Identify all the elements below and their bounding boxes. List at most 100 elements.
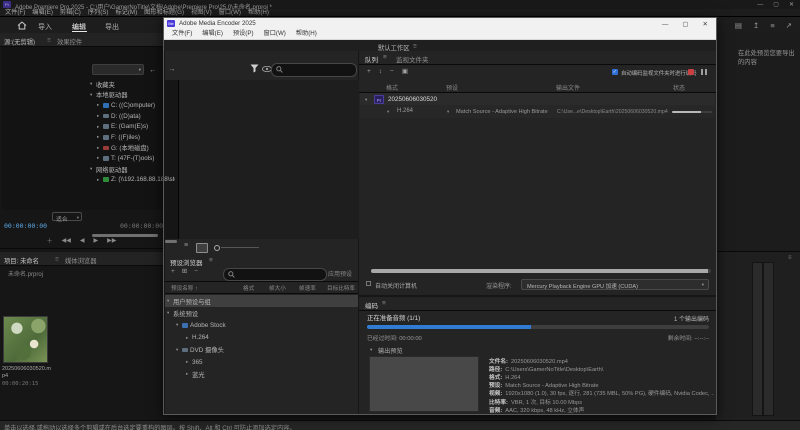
window-button-icon[interactable]: — bbox=[757, 2, 763, 8]
preset-toolbar-icon[interactable]: − bbox=[194, 268, 198, 275]
tab-effect-controls[interactable]: 效果控件 bbox=[57, 37, 82, 46]
preset-row[interactable]: ▸ 365 bbox=[165, 356, 358, 368]
column-preset[interactable]: 预设 bbox=[446, 83, 458, 92]
transport-button-icon[interactable]: ◀◀ bbox=[62, 237, 71, 244]
preset-dropdown-icon[interactable]: ▾ bbox=[447, 109, 449, 115]
tree-hscrollbar[interactable] bbox=[92, 234, 158, 237]
queue-toolbar-icon[interactable]: ↕ bbox=[379, 68, 382, 75]
output-format[interactable]: H.264 bbox=[397, 108, 413, 114]
filter-icon[interactable] bbox=[250, 64, 259, 73]
queue-toolbar-icon[interactable]: ▣ bbox=[402, 67, 408, 75]
media-search-input[interactable] bbox=[271, 63, 357, 77]
preset-row[interactable]: ▸ H.264 bbox=[165, 332, 358, 344]
transport-button-icon[interactable]: ＋ bbox=[47, 236, 53, 245]
menu-item[interactable]: 序列(S) bbox=[88, 9, 109, 17]
tab-preset-browser[interactable]: 预设浏览器 bbox=[170, 257, 203, 267]
menu-item[interactable]: 图形和标题(G) bbox=[144, 9, 184, 17]
preset-row[interactable]: ▾ DVD 摄像头 bbox=[165, 344, 358, 356]
column-preset-name[interactable]: 预设名称 ↑ bbox=[171, 284, 198, 292]
output-preview-label[interactable]: 输出预览 bbox=[378, 346, 403, 355]
menu-item[interactable]: 帮助(H) bbox=[296, 29, 317, 39]
shutdown-checkbox[interactable] bbox=[366, 281, 371, 286]
output-preview-caret-icon[interactable]: ▾ bbox=[370, 347, 372, 353]
window-button-icon[interactable]: ✕ bbox=[703, 20, 708, 28]
thumbnail-view-icon[interactable] bbox=[196, 243, 208, 253]
queue-job-row[interactable]: ▾ Pr 20250606030520 bbox=[360, 93, 715, 105]
me-media-browser-content[interactable] bbox=[178, 80, 359, 239]
preset-row[interactable]: ▾ Adobe Stock bbox=[165, 319, 358, 331]
nav-forward-icon[interactable]: → bbox=[168, 64, 176, 73]
queue-toolbar-icon[interactable]: + bbox=[367, 68, 371, 75]
queue-output-row[interactable]: ▾ H.264 ▾ Match Source - Adaptive High B… bbox=[360, 105, 715, 118]
menu-item[interactable]: 帮助(H) bbox=[248, 9, 269, 17]
preset-toolbar-icon[interactable]: + bbox=[171, 268, 175, 275]
header-tool-icon[interactable]: ↥ bbox=[753, 21, 759, 30]
column-frame-size[interactable]: 帧大小 bbox=[269, 284, 286, 292]
column-frame-rate[interactable]: 帧速率 bbox=[299, 284, 316, 292]
menu-item[interactable]: 编辑(E) bbox=[202, 29, 223, 39]
transport-button-icon[interactable]: ◀ bbox=[80, 237, 85, 244]
format-dropdown-icon[interactable]: ▾ bbox=[387, 109, 389, 115]
header-tool-icon[interactable]: ≡ bbox=[770, 21, 774, 30]
location-dropdown[interactable]: ▾ bbox=[92, 64, 144, 75]
column-target-bitrate[interactable]: 目标比特率 bbox=[327, 284, 355, 292]
clip-thumbnail[interactable] bbox=[3, 316, 48, 363]
workspace-menu-icon[interactable]: ≡ bbox=[413, 43, 417, 50]
panel-menu-icon[interactable]: ≡ bbox=[383, 54, 387, 61]
panel-menu-icon[interactable]: ≡ bbox=[55, 256, 59, 263]
window-button-icon[interactable]: ✕ bbox=[789, 1, 794, 8]
preset-row[interactable]: ▸ 蓝光 bbox=[165, 368, 358, 380]
menu-item[interactable]: 标记(M) bbox=[116, 9, 138, 17]
transport-button-icon[interactable]: ▶▶ bbox=[107, 237, 116, 244]
output-preset[interactable]: Match Source - Adaptive High Bitrate bbox=[456, 109, 548, 115]
menu-item[interactable]: 预设(P) bbox=[233, 29, 254, 39]
column-output-file[interactable]: 输出文件 bbox=[556, 83, 580, 92]
menu-item[interactable]: 视图(V) bbox=[191, 9, 212, 17]
menu-item[interactable]: 剪辑(C) bbox=[60, 9, 81, 17]
queue-toolbar-icon[interactable]: − bbox=[390, 68, 394, 75]
menu-item[interactable]: 窗口(W) bbox=[264, 29, 286, 39]
home-icon[interactable] bbox=[17, 21, 27, 30]
menu-item[interactable]: 文件(F) bbox=[172, 29, 192, 39]
panel-menu-icon[interactable]: ≡ bbox=[382, 300, 386, 307]
clip-name[interactable]: 20250606030520.mp4 bbox=[2, 366, 52, 379]
pause-queue-button[interactable] bbox=[701, 69, 707, 75]
column-format[interactable]: 格式 bbox=[386, 83, 398, 92]
preset-row[interactable]: ▾ 系统预设 bbox=[165, 307, 358, 319]
tab-source-monitor[interactable]: 源:(无剪辑) bbox=[4, 37, 35, 46]
tab-import[interactable]: 导入 bbox=[38, 22, 52, 32]
tree-hscrollbar[interactable] bbox=[165, 240, 177, 243]
tab-project[interactable]: 项目: 未命名 bbox=[4, 256, 39, 265]
header-tool-icon[interactable]: ↗ bbox=[786, 21, 792, 30]
zoom-slider-knob[interactable] bbox=[214, 245, 220, 251]
row-expand-icon[interactable]: ▾ bbox=[365, 97, 367, 103]
nav-back-icon[interactable]: ← bbox=[149, 65, 157, 74]
preset-search-input[interactable] bbox=[223, 268, 327, 281]
renderer-dropdown[interactable]: Mercury Playback Engine GPU 加速 (CUDA) ▾ bbox=[521, 279, 709, 290]
menu-item[interactable]: 编辑(E) bbox=[32, 9, 53, 17]
tab-export[interactable]: 导出 bbox=[105, 22, 119, 32]
menu-item[interactable]: 窗口(W) bbox=[219, 9, 241, 17]
preset-toolbar-icon[interactable]: ⊞ bbox=[182, 267, 187, 275]
panel-menu-icon[interactable]: ≡ bbox=[788, 255, 792, 261]
menu-item[interactable]: 文件(F) bbox=[5, 9, 25, 17]
auto-encode-checkbox[interactable]: ✓ bbox=[612, 69, 618, 75]
column-format[interactable]: 格式 bbox=[243, 284, 254, 292]
tab-media-browser[interactable]: 媒体浏览器 bbox=[65, 256, 96, 265]
list-view-icon[interactable]: ≡ bbox=[184, 242, 188, 249]
window-button-icon[interactable]: ▢ bbox=[682, 20, 688, 28]
window-button-icon[interactable]: ▢ bbox=[773, 1, 779, 8]
panel-menu-icon[interactable]: ≡ bbox=[209, 257, 213, 264]
preset-row[interactable]: ▾ 用户预设与组 bbox=[165, 295, 358, 307]
tab-watch-folders[interactable]: 监视文件夹 bbox=[396, 54, 429, 64]
apply-preset-button[interactable]: 应用预设 bbox=[328, 269, 352, 278]
transport-button-icon[interactable]: ▶ bbox=[94, 237, 99, 244]
column-status[interactable]: 状态 bbox=[673, 83, 685, 92]
panel-menu-icon[interactable]: ≡ bbox=[47, 37, 51, 44]
tab-queue[interactable]: 队列 bbox=[365, 54, 378, 64]
stop-queue-button[interactable] bbox=[688, 69, 694, 75]
fit-dropdown[interactable]: 适合 ▾ bbox=[52, 212, 82, 221]
window-button-icon[interactable]: — bbox=[662, 21, 669, 28]
header-tool-icon[interactable]: ▤ bbox=[735, 21, 742, 30]
zoom-slider-track[interactable] bbox=[221, 247, 259, 248]
